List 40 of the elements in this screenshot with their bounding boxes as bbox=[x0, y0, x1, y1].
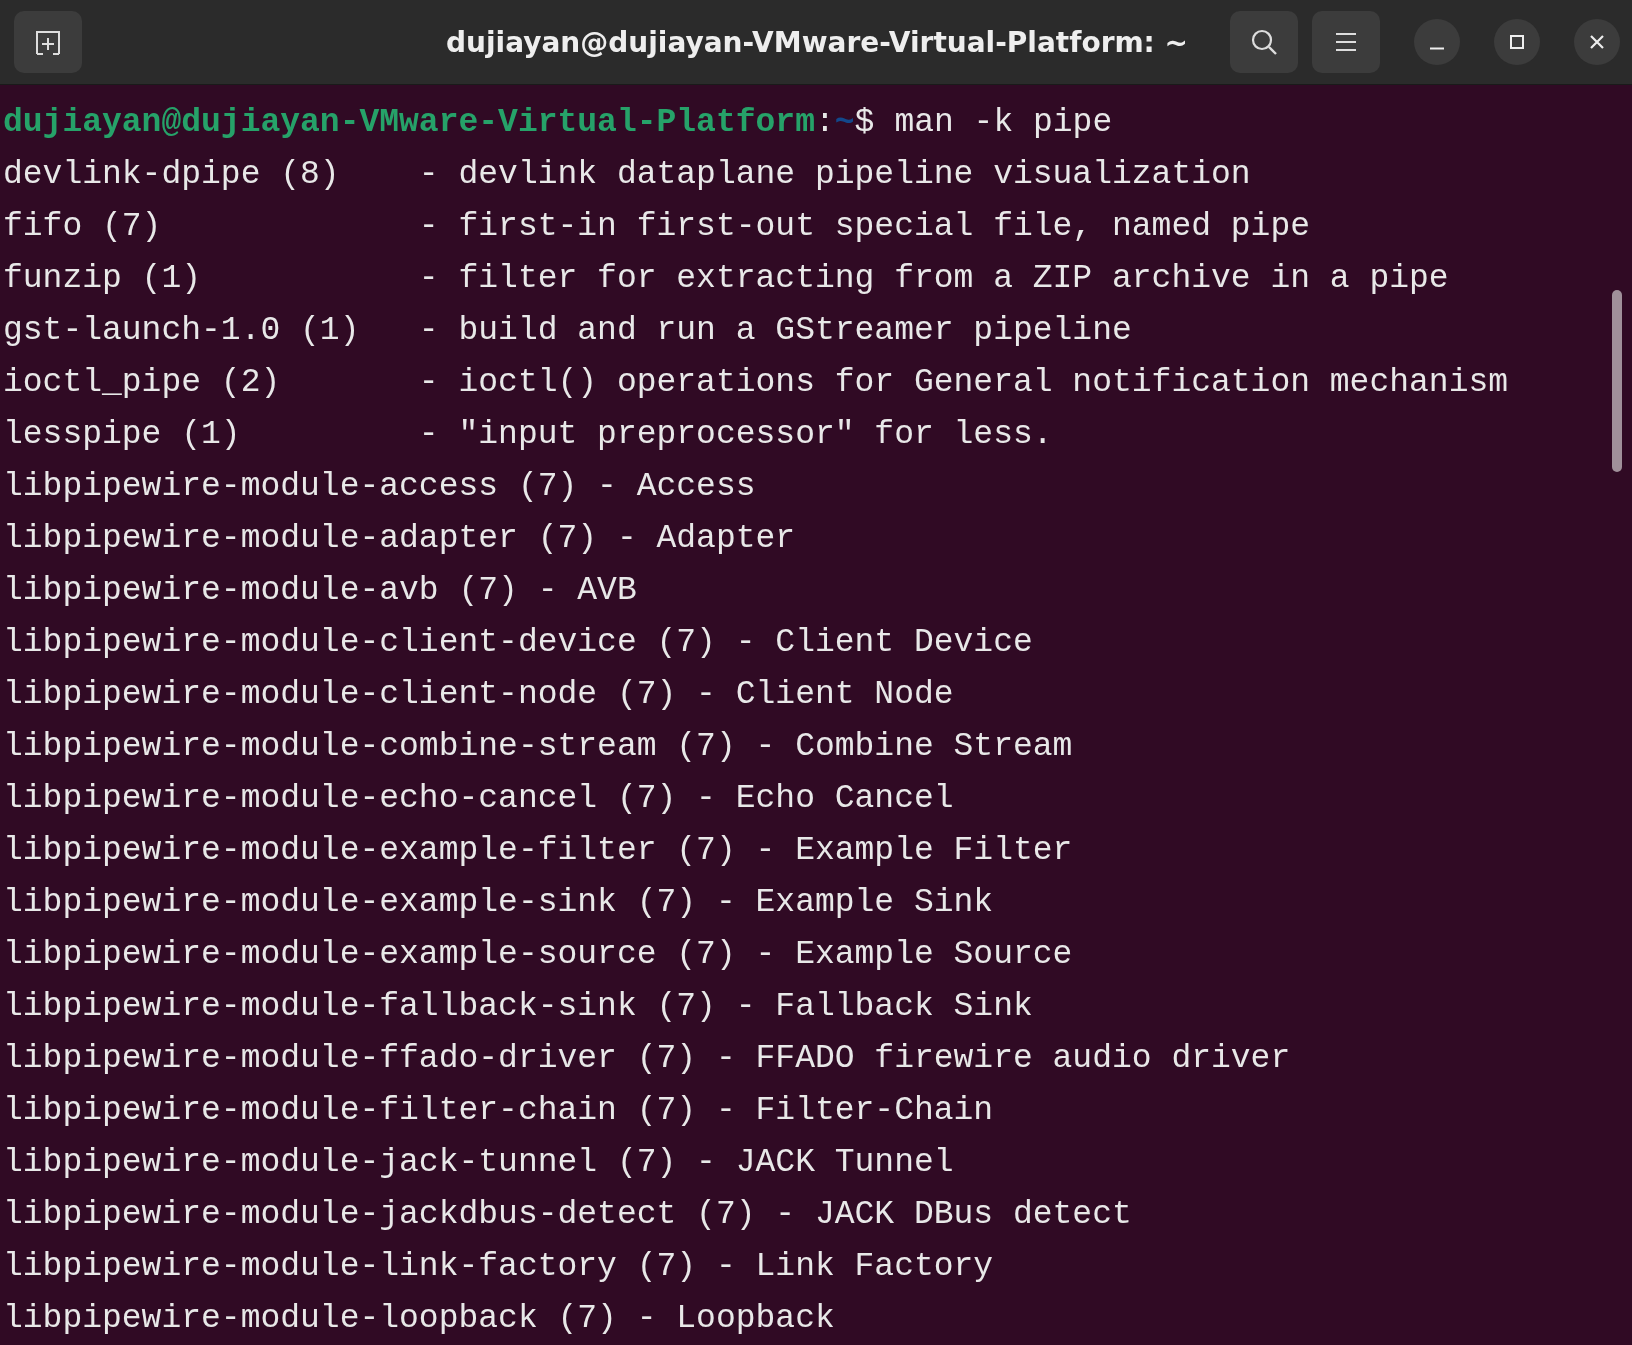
output-line: libpipewire-module-link-factory (7) - Link Factory bbox=[3, 1247, 995, 1287]
close-button[interactable] bbox=[1574, 19, 1620, 65]
output-line: libpipewire-module-adapter (7) - Adapter bbox=[3, 519, 797, 559]
output-line: libpipewire-module-client-device (7) - Client Device bbox=[3, 623, 1034, 663]
maximize-button[interactable] bbox=[1494, 19, 1540, 65]
search-button[interactable] bbox=[1230, 11, 1298, 73]
output-line: libpipewire-module-access (7) - Access bbox=[3, 467, 757, 507]
output-line: libpipewire-module-example-filter (7) - Example Filter bbox=[3, 831, 1074, 871]
prompt-path: ~ bbox=[834, 104, 855, 141]
command-text: man -k pipe bbox=[894, 104, 1113, 141]
scrollbar-thumb[interactable] bbox=[1612, 290, 1622, 472]
output-line: funzip (1) - filter for extracting from a ZIP archive in a pipe bbox=[3, 259, 1450, 299]
output-line: libpipewire-module-jack-tunnel (7) - JACK Tunnel bbox=[3, 1143, 955, 1183]
close-icon bbox=[1589, 34, 1605, 50]
output-line: libpipewire-module-ffado-driver (7) - FFADO firewire audio driver bbox=[3, 1039, 1292, 1079]
output-line: libpipewire-module-avb (7) - AVB bbox=[3, 571, 638, 611]
new-tab-button[interactable] bbox=[14, 11, 82, 73]
output-line: libpipewire-module-filter-chain (7) - Filter-Chain bbox=[3, 1091, 995, 1131]
output-line: libpipewire-module-combine-stream (7) - Combine Stream bbox=[3, 727, 1074, 767]
output-line: libpipewire-module-example-sink (7) - Example Sink bbox=[3, 883, 995, 923]
output-line: devlink-dpipe (8) - devlink dataplane pipeline visualization bbox=[3, 155, 1252, 195]
window-title: dujiayan@dujiayan-VMware-Virtual-Platform: ~ bbox=[445, 25, 1189, 59]
output-line: ioctl_pipe (2) - ioctl() operations for General notification mechanism bbox=[3, 363, 1510, 403]
output-line: libpipewire-module-jackdbus-detect (7) - JACK DBus detect bbox=[3, 1195, 1133, 1235]
search-icon bbox=[1249, 27, 1279, 57]
output-line: libpipewire-module-example-source (7) - Example Source bbox=[3, 935, 1074, 975]
output-line: libpipewire-module-client-node (7) - Client Node bbox=[3, 675, 955, 715]
minimize-icon bbox=[1430, 46, 1444, 50]
prompt-user-host: dujiayan@dujiayan-VMware-Virtual-Platform bbox=[3, 104, 815, 141]
output-line: libpipewire-module-fallback-sink (7) - Fallback Sink bbox=[3, 987, 1034, 1027]
output-line: fifo (7) - first-in first-out special file, named pipe bbox=[3, 207, 1311, 247]
menu-icon bbox=[1334, 31, 1358, 53]
output-line: libpipewire-module-loopback (7) - Loopback bbox=[3, 1299, 836, 1339]
output-line: libpipewire-module-echo-cancel (7) - Echo Cancel bbox=[3, 779, 955, 819]
prompt-separator: : bbox=[814, 104, 835, 141]
output-line: gst-launch-1.0 (1) - build and run a GStreamer pipeline bbox=[3, 311, 1133, 351]
output-line: lesspipe (1) - "input preprocessor" for less. bbox=[3, 415, 1054, 455]
prompt-symbol: $ bbox=[854, 104, 875, 141]
maximize-icon bbox=[1509, 34, 1525, 50]
menu-button[interactable] bbox=[1312, 11, 1380, 73]
